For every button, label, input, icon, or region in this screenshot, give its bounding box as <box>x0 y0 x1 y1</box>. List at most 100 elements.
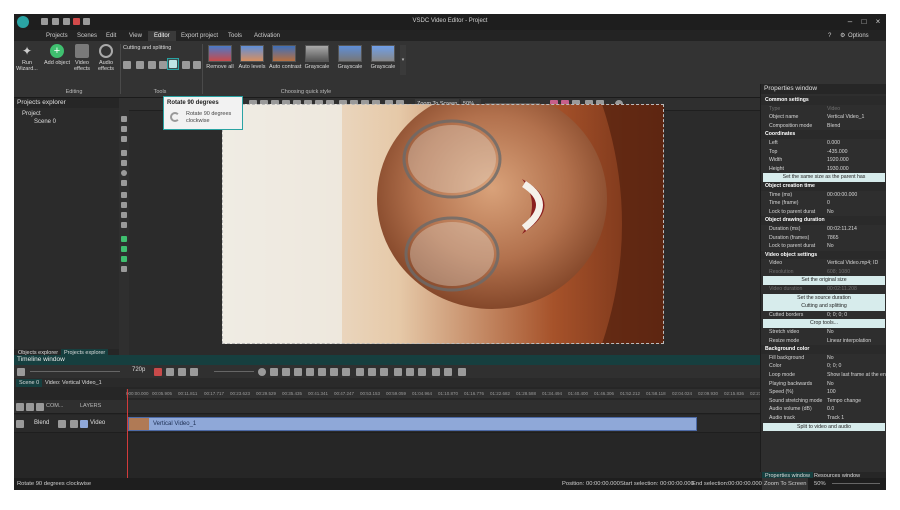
tree-project[interactable]: Project <box>22 111 41 117</box>
polygon-tool-icon[interactable] <box>121 180 127 186</box>
resolution-select[interactable]: 720p <box>132 367 145 373</box>
options-menu[interactable]: Options <box>848 31 869 41</box>
property-action-button[interactable]: Set the same size as the parent has <box>763 173 885 182</box>
image-tool-icon[interactable] <box>121 212 127 218</box>
speed-icon[interactable] <box>193 61 201 69</box>
chart-tool-icon[interactable] <box>121 222 127 228</box>
crop-icon[interactable] <box>148 61 156 69</box>
property-value[interactable]: Tempo change <box>827 397 861 406</box>
property-value[interactable]: 608; 1080 <box>827 268 850 277</box>
gear-icon[interactable]: ⚙ <box>840 31 845 41</box>
property-value[interactable]: No <box>827 380 834 389</box>
rectangle-tool-icon[interactable] <box>121 160 127 166</box>
audio-icon[interactable] <box>58 420 66 428</box>
property-value[interactable]: 0 <box>827 199 830 208</box>
rewind-icon[interactable] <box>294 368 302 376</box>
property-action-button[interactable]: Set the original size <box>763 276 885 286</box>
property-action-button[interactable]: Crop tools... <box>763 319 885 329</box>
move-tool-icon[interactable] <box>121 266 127 272</box>
keyframe-icon[interactable] <box>444 368 452 376</box>
loop-icon[interactable] <box>178 368 186 376</box>
marker-icon[interactable] <box>380 368 388 376</box>
menu-projects[interactable]: Projects <box>40 31 74 41</box>
animation-tool-icon[interactable] <box>121 256 127 262</box>
property-value[interactable]: 0; 0; 0 <box>827 362 841 371</box>
quick-style-grayscale-2[interactable]: Grayscale <box>335 45 365 75</box>
property-value[interactable]: No <box>827 242 834 251</box>
quick-style-remove-all[interactable]: Remove all <box>205 45 235 75</box>
property-value[interactable]: Show last frame at the en <box>827 371 886 380</box>
marker-icon[interactable] <box>356 368 364 376</box>
tree-scene-0[interactable]: Scene 0 <box>34 119 56 125</box>
delete-icon[interactable] <box>418 368 426 376</box>
menu-view[interactable]: View <box>123 31 148 41</box>
tab-video-object[interactable]: Video: Vertical Video_1 <box>42 379 105 387</box>
add-object-button[interactable]: + Add object <box>44 44 70 66</box>
property-action-button[interactable]: Cutting and splitting <box>763 302 885 311</box>
property-value[interactable]: Track 1 <box>827 414 844 423</box>
property-value[interactable]: 0; 0; 0; 0 <box>827 311 847 320</box>
prev-frame-icon[interactable] <box>282 368 290 376</box>
eye-icon[interactable] <box>16 420 24 428</box>
menu-tools[interactable]: Tools <box>222 31 248 41</box>
split-icon[interactable] <box>159 61 167 69</box>
status-zoom-button[interactable]: Zoom To Screen <box>762 478 809 490</box>
property-value[interactable]: Video <box>827 105 840 114</box>
pointer-tool-icon[interactable] <box>121 116 127 122</box>
menu-scenes[interactable]: Scenes <box>71 31 103 41</box>
status-zoom-value[interactable]: 50% <box>814 478 826 490</box>
property-value[interactable]: 00:02:11.208 <box>827 285 857 294</box>
menu-editor[interactable]: Editor <box>148 31 176 41</box>
preview-mode-icon[interactable] <box>190 368 198 376</box>
property-action-button[interactable]: Split to video and audio <box>763 422 885 432</box>
menu-export-project[interactable]: Export project <box>175 31 224 41</box>
audio-icon[interactable] <box>36 403 44 411</box>
go-end-icon[interactable] <box>342 368 350 376</box>
timeline-tool-icon[interactable] <box>17 368 25 376</box>
text-tool-icon[interactable] <box>121 192 127 198</box>
property-value[interactable]: 0.0 <box>827 405 834 414</box>
rotate-ccw-icon[interactable] <box>182 61 190 69</box>
playhead-cursor[interactable] <box>127 389 128 478</box>
property-value[interactable]: 100 <box>827 388 836 397</box>
lock-icon[interactable] <box>70 420 78 428</box>
keyframe-icon[interactable] <box>432 368 440 376</box>
next-frame-icon[interactable] <box>330 368 338 376</box>
property-value[interactable]: Vertical Video.mp4; ID <box>827 259 878 268</box>
cut-icon[interactable] <box>394 368 402 376</box>
video-effects-button[interactable]: Video effects <box>70 44 94 72</box>
play-icon[interactable] <box>166 368 174 376</box>
blend-mode-select[interactable]: Blend <box>34 420 49 426</box>
cut-icon[interactable] <box>123 61 131 69</box>
quick-style-grayscale-3[interactable]: Grayscale <box>368 45 398 75</box>
status-zoom-slider[interactable] <box>832 483 880 484</box>
property-value[interactable]: 1920.000 <box>827 156 849 165</box>
lock-icon[interactable] <box>26 403 34 411</box>
minimize-button[interactable]: – <box>844 16 856 27</box>
clock-icon[interactable] <box>258 368 266 376</box>
close-button[interactable]: × <box>872 16 884 27</box>
audio-tool-icon[interactable] <box>121 246 127 252</box>
volume-slider[interactable] <box>30 371 120 372</box>
quick-style-grayscale-1[interactable]: Grayscale <box>302 45 332 75</box>
play-icon[interactable] <box>306 368 314 376</box>
property-value[interactable]: No <box>827 208 834 217</box>
property-value[interactable]: No <box>827 354 834 363</box>
snap-icon[interactable] <box>458 368 466 376</box>
trim-icon[interactable] <box>136 61 144 69</box>
run-wizard-button[interactable]: ✦ Run Wizard... <box>16 44 38 72</box>
property-value[interactable]: 7865 <box>827 234 839 243</box>
rotate-90-button[interactable] <box>167 58 179 70</box>
property-value[interactable]: -435.000 <box>827 148 847 157</box>
property-value[interactable]: 00:00:00.000 <box>827 191 857 200</box>
split-icon[interactable] <box>406 368 414 376</box>
property-value[interactable]: 00:02:11.214 <box>827 225 857 234</box>
property-value[interactable]: Linear interpolation <box>827 337 871 346</box>
help-icon[interactable]: ? <box>828 31 831 41</box>
tab-scene-0[interactable]: Scene 0 <box>16 379 43 387</box>
video-tool-icon[interactable] <box>121 236 127 242</box>
cutting-splitting-button[interactable]: Cutting and splitting <box>123 45 171 51</box>
forward-icon[interactable] <box>318 368 326 376</box>
zoom-tool-icon[interactable] <box>121 136 127 142</box>
record-icon[interactable] <box>154 368 162 376</box>
